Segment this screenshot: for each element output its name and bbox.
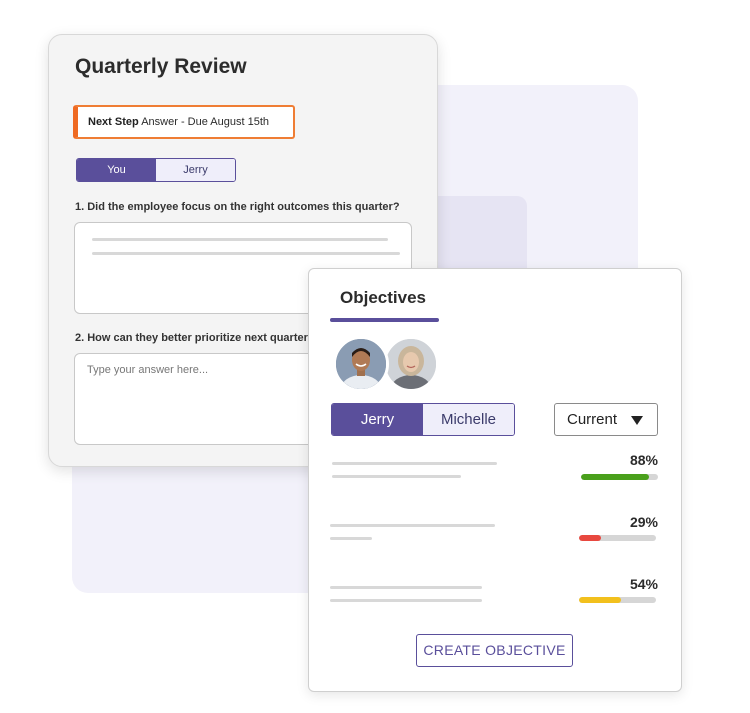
objective-row[interactable]: 88% xyxy=(309,452,681,498)
caret-down-icon xyxy=(631,416,643,425)
objective-text-line xyxy=(330,537,372,540)
toggle-jerry[interactable]: Jerry xyxy=(332,404,423,435)
objective-text-line xyxy=(330,524,495,527)
objective-percent: 54% xyxy=(629,576,658,592)
objective-percent: 88% xyxy=(629,452,658,468)
question-2: 2. How can they better prioritize next q… xyxy=(75,332,315,344)
person-toggle: Jerry Michelle xyxy=(331,403,515,436)
next-step-banner[interactable]: Next Step Answer - Due August 15th xyxy=(73,105,295,139)
person-photo-icon xyxy=(336,339,386,389)
reviewer-toggle: You Jerry xyxy=(76,158,236,182)
review-title: Quarterly Review xyxy=(75,55,247,78)
period-dropdown-value: Current xyxy=(567,411,618,428)
person-photo-icon xyxy=(386,339,436,389)
period-dropdown[interactable]: Current xyxy=(554,403,658,436)
progress-track xyxy=(581,474,658,480)
next-step-label: Next Step xyxy=(88,116,139,128)
objective-text-line xyxy=(330,586,482,589)
answer-2-placeholder: Type your answer here... xyxy=(87,364,209,376)
avatar-michelle[interactable] xyxy=(383,336,439,392)
objectives-card: Objectives Jerry Michelle Current 88% 29… xyxy=(308,268,682,692)
progress-track xyxy=(579,535,656,541)
objective-percent: 29% xyxy=(629,514,658,530)
objective-row[interactable]: 54% xyxy=(309,576,681,622)
create-objective-button[interactable]: CREATE OBJECTIVE xyxy=(416,634,573,667)
objective-row[interactable]: 29% xyxy=(309,514,681,560)
toggle-you[interactable]: You xyxy=(77,159,156,181)
objective-text-line xyxy=(332,475,461,478)
objective-text-line xyxy=(330,599,482,602)
question-1: 1. Did the employee focus on the right o… xyxy=(75,201,400,213)
toggle-michelle[interactable]: Michelle xyxy=(423,404,514,435)
progress-fill xyxy=(579,597,621,603)
objective-text-line xyxy=(332,462,497,465)
avatar-jerry[interactable] xyxy=(333,336,389,392)
progress-fill xyxy=(579,535,602,541)
progress-track xyxy=(579,597,656,603)
answer-text-line xyxy=(92,252,400,255)
next-step-text: Answer - Due August 15th xyxy=(141,116,269,128)
answer-text-line xyxy=(92,238,388,241)
objectives-tab[interactable]: Objectives xyxy=(340,288,426,308)
active-tab-indicator xyxy=(330,318,439,322)
progress-fill xyxy=(581,474,649,480)
toggle-jerry[interactable]: Jerry xyxy=(156,159,235,181)
